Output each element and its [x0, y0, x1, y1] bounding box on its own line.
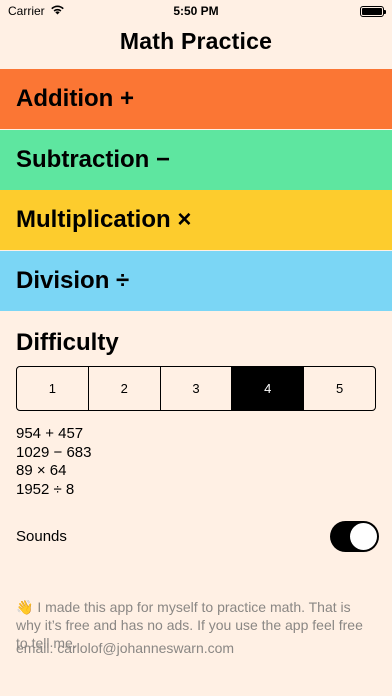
example-multiplication: 89 × 64 [16, 462, 67, 479]
example-problems: 954 + 457 1029 − 683 89 × 64 1952 ÷ 8 [16, 425, 92, 499]
sounds-label: Sounds [16, 528, 67, 545]
difficulty-option-5[interactable]: 5 [303, 367, 375, 410]
difficulty-heading: Difficulty [16, 329, 119, 356]
addition-button[interactable]: Addition + [0, 69, 392, 129]
example-division: 1952 ÷ 8 [16, 480, 75, 498]
multiplication-button[interactable]: Multiplication × [0, 190, 392, 250]
example-addition: 954 + 457 [16, 425, 84, 442]
sounds-toggle[interactable] [330, 521, 379, 552]
page-title: Math Practice [119, 28, 273, 54]
status-bar: Carrier 5:50 PM [0, 0, 392, 22]
example-subtraction: 1029 − 683 [16, 443, 92, 461]
email-link[interactable]: email: carlolof@johanneswarn.com [16, 640, 234, 656]
difficulty-option-3[interactable]: 3 [159, 367, 232, 410]
toggle-knob [350, 523, 377, 550]
difficulty-option-4[interactable]: 4 [231, 367, 304, 410]
battery-icon [360, 5, 386, 17]
difficulty-option-1[interactable]: 1 [17, 367, 88, 410]
division-button[interactable]: Division ÷ [0, 251, 392, 311]
status-time: 5:50 PM [173, 4, 219, 18]
difficulty-option-2[interactable]: 2 [87, 367, 160, 410]
subtraction-button[interactable]: Subtraction − [0, 130, 392, 190]
difficulty-segmented-control: 1 2 3 4 5 [16, 366, 376, 411]
